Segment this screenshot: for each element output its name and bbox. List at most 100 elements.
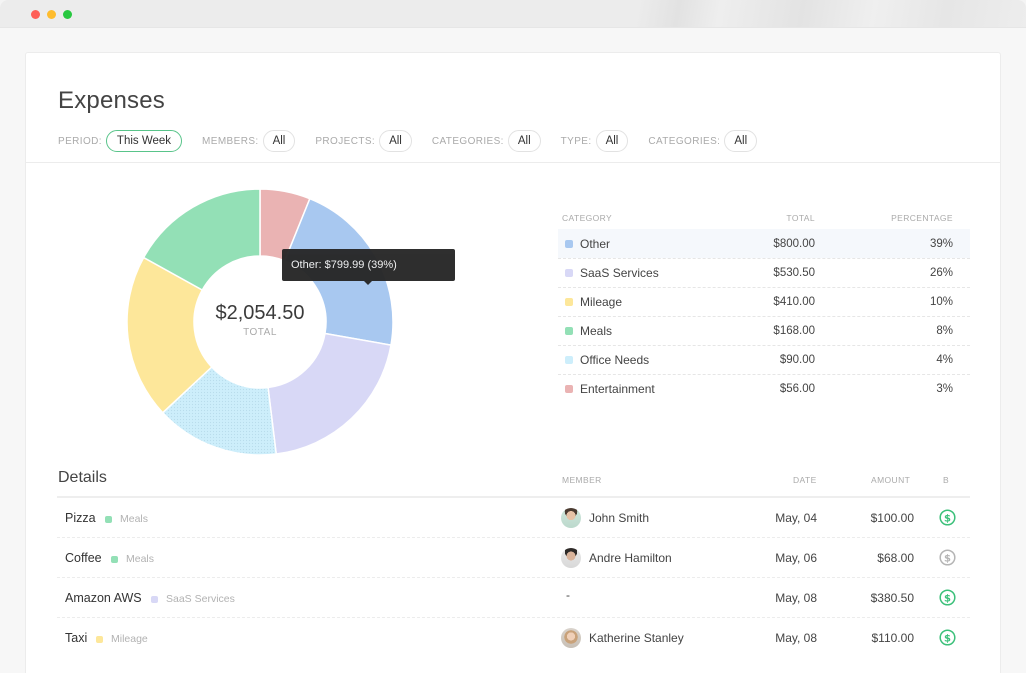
category-row[interactable]: Other $800.0039% xyxy=(558,229,970,258)
category-percentage: 3% xyxy=(815,383,953,395)
chart-tooltip: Other: $799.99 (39%) xyxy=(282,249,455,281)
category-name: Other xyxy=(580,237,610,251)
category-row[interactable]: Office Needs $90.004% xyxy=(558,345,970,374)
minimize-window-button[interactable] xyxy=(47,10,56,19)
category-row[interactable]: SaaS Services $530.5026% xyxy=(558,258,970,287)
non-billable-dollar-icon[interactable]: $ xyxy=(939,549,956,566)
member-avatar xyxy=(561,548,581,568)
category-percentage: 10% xyxy=(815,296,953,308)
category-color-swatch xyxy=(565,298,573,306)
period-dropdown[interactable]: This Week xyxy=(106,130,182,152)
expense-name: Coffee xyxy=(65,551,102,565)
category-total: $410.00 xyxy=(748,296,815,308)
expense-member: - xyxy=(566,588,570,602)
expense-category-label: Meals xyxy=(126,553,154,565)
category-total: $56.00 xyxy=(748,383,815,395)
filter-period: PERIOD: This Week xyxy=(58,130,182,152)
app-window: Expenses PERIOD: This Week MEMBERS: All … xyxy=(0,0,1026,673)
column-header-total[interactable]: TOTAL xyxy=(748,213,815,223)
expense-row[interactable]: Pizza Meals John Smith May, 04 $100.00 $ xyxy=(57,498,970,538)
filter-label: CATEGORIES: xyxy=(432,136,504,147)
category-color-swatch xyxy=(565,356,573,364)
expenses-donut-chart: $2,054.50 TOTAL xyxy=(125,187,395,457)
category-table: CATEGORY TOTAL PERCENTAGE Other $800.0039… xyxy=(558,207,970,403)
expense-category: SaaS Services xyxy=(151,593,235,605)
billable-dollar-icon[interactable]: $ xyxy=(939,629,956,646)
category-row[interactable]: Mileage$410.0010% xyxy=(558,287,970,316)
header-divider xyxy=(26,162,1000,163)
billable-dollar-icon[interactable]: $ xyxy=(939,589,956,606)
column-header-billable[interactable]: B xyxy=(943,475,949,485)
members-dropdown[interactable]: All xyxy=(263,130,296,152)
category-row[interactable]: Entertainment $56.003% xyxy=(558,374,970,403)
column-header-category[interactable]: CATEGORY xyxy=(558,213,748,223)
category-name: Office Needs xyxy=(580,353,649,367)
category-percentage: 4% xyxy=(815,354,953,366)
type-dropdown[interactable]: All xyxy=(596,130,629,152)
page-title: Expenses xyxy=(58,87,165,115)
category-name: Entertainment xyxy=(580,382,655,396)
expense-row[interactable]: TaxiMileageKatherine StanleyMay, 08$110.… xyxy=(57,618,970,658)
categories-dropdown[interactable]: All xyxy=(508,130,541,152)
expense-amount: $100.00 xyxy=(871,511,914,525)
maximize-window-button[interactable] xyxy=(63,10,72,19)
category-cell: Other xyxy=(558,237,748,251)
member-name: John Smith xyxy=(589,511,649,525)
expense-category-label: Mileage xyxy=(111,633,148,645)
filter-bar: PERIOD: This Week MEMBERS: All PROJECTS:… xyxy=(58,129,777,153)
expense-category-label: SaaS Services xyxy=(166,593,235,605)
expenses-card: Expenses PERIOD: This Week MEMBERS: All … xyxy=(25,52,1001,673)
category-color-swatch xyxy=(111,556,118,563)
category-cell: Entertainment xyxy=(558,382,748,396)
category-percentage: 26% xyxy=(815,267,953,279)
filter-label: TYPE: xyxy=(561,136,592,147)
category-percentage: 39% xyxy=(815,238,953,250)
filter-type: TYPE: All xyxy=(561,130,629,152)
expense-date: May, 08 xyxy=(775,631,817,645)
column-header-date[interactable]: DATE xyxy=(793,475,817,485)
filter-categories: CATEGORIES: All xyxy=(432,130,541,152)
filter-label: MEMBERS: xyxy=(202,136,259,147)
category-row[interactable]: Meals$168.008% xyxy=(558,316,970,345)
expense-name: Pizza xyxy=(65,511,96,525)
category-total: $90.00 xyxy=(748,354,815,366)
expense-row[interactable]: CoffeeMealsAndre HamiltonMay, 06$68.00$ xyxy=(57,538,970,578)
donut-slice-saas-services[interactable] xyxy=(268,333,391,454)
category-name: Meals xyxy=(580,324,612,338)
category-total: $168.00 xyxy=(748,325,815,337)
category-color-swatch xyxy=(151,596,158,603)
category-cell: Meals xyxy=(558,324,748,338)
expense-date: May, 04 xyxy=(775,511,817,525)
category-table-header: CATEGORY TOTAL PERCENTAGE xyxy=(558,207,970,229)
expense-amount: $68.00 xyxy=(877,551,914,565)
svg-text:$: $ xyxy=(944,633,951,644)
category-total: $800.00 xyxy=(748,238,815,250)
filter-label: PROJECTS: xyxy=(315,136,375,147)
column-header-amount[interactable]: AMOUNT xyxy=(871,475,910,485)
member-avatar xyxy=(561,508,581,528)
expense-row[interactable]: Amazon AWSSaaS Services-May, 08$380.50$ xyxy=(57,578,970,618)
billable-dollar-icon[interactable]: $ xyxy=(939,509,956,526)
category-total: $530.50 xyxy=(748,267,815,279)
details-table-header: MEMBER DATE AMOUNT B xyxy=(558,475,972,487)
projects-dropdown[interactable]: All xyxy=(379,130,412,152)
expense-date: May, 08 xyxy=(775,591,817,605)
filter-label: CATEGORIES: xyxy=(648,136,720,147)
category-color-swatch xyxy=(105,516,112,523)
category-cell: Office Needs xyxy=(558,353,748,367)
category-color-swatch xyxy=(565,269,573,277)
category-cell: SaaS Services xyxy=(558,266,748,280)
svg-text:$: $ xyxy=(944,593,951,604)
donut-svg xyxy=(125,187,395,457)
close-window-button[interactable] xyxy=(31,10,40,19)
member-name: Katherine Stanley xyxy=(589,631,684,645)
expense-category: Meals xyxy=(111,553,154,565)
column-header-member[interactable]: MEMBER xyxy=(562,475,602,485)
column-header-percentage[interactable]: PERCENTAGE xyxy=(815,213,953,223)
categories-dropdown-2[interactable]: All xyxy=(724,130,757,152)
category-name: SaaS Services xyxy=(580,266,659,280)
details-title: Details xyxy=(58,469,107,487)
expense-category: Meals xyxy=(105,513,148,525)
member-name: - xyxy=(566,588,570,602)
expense-member: Andre Hamilton xyxy=(561,548,672,568)
